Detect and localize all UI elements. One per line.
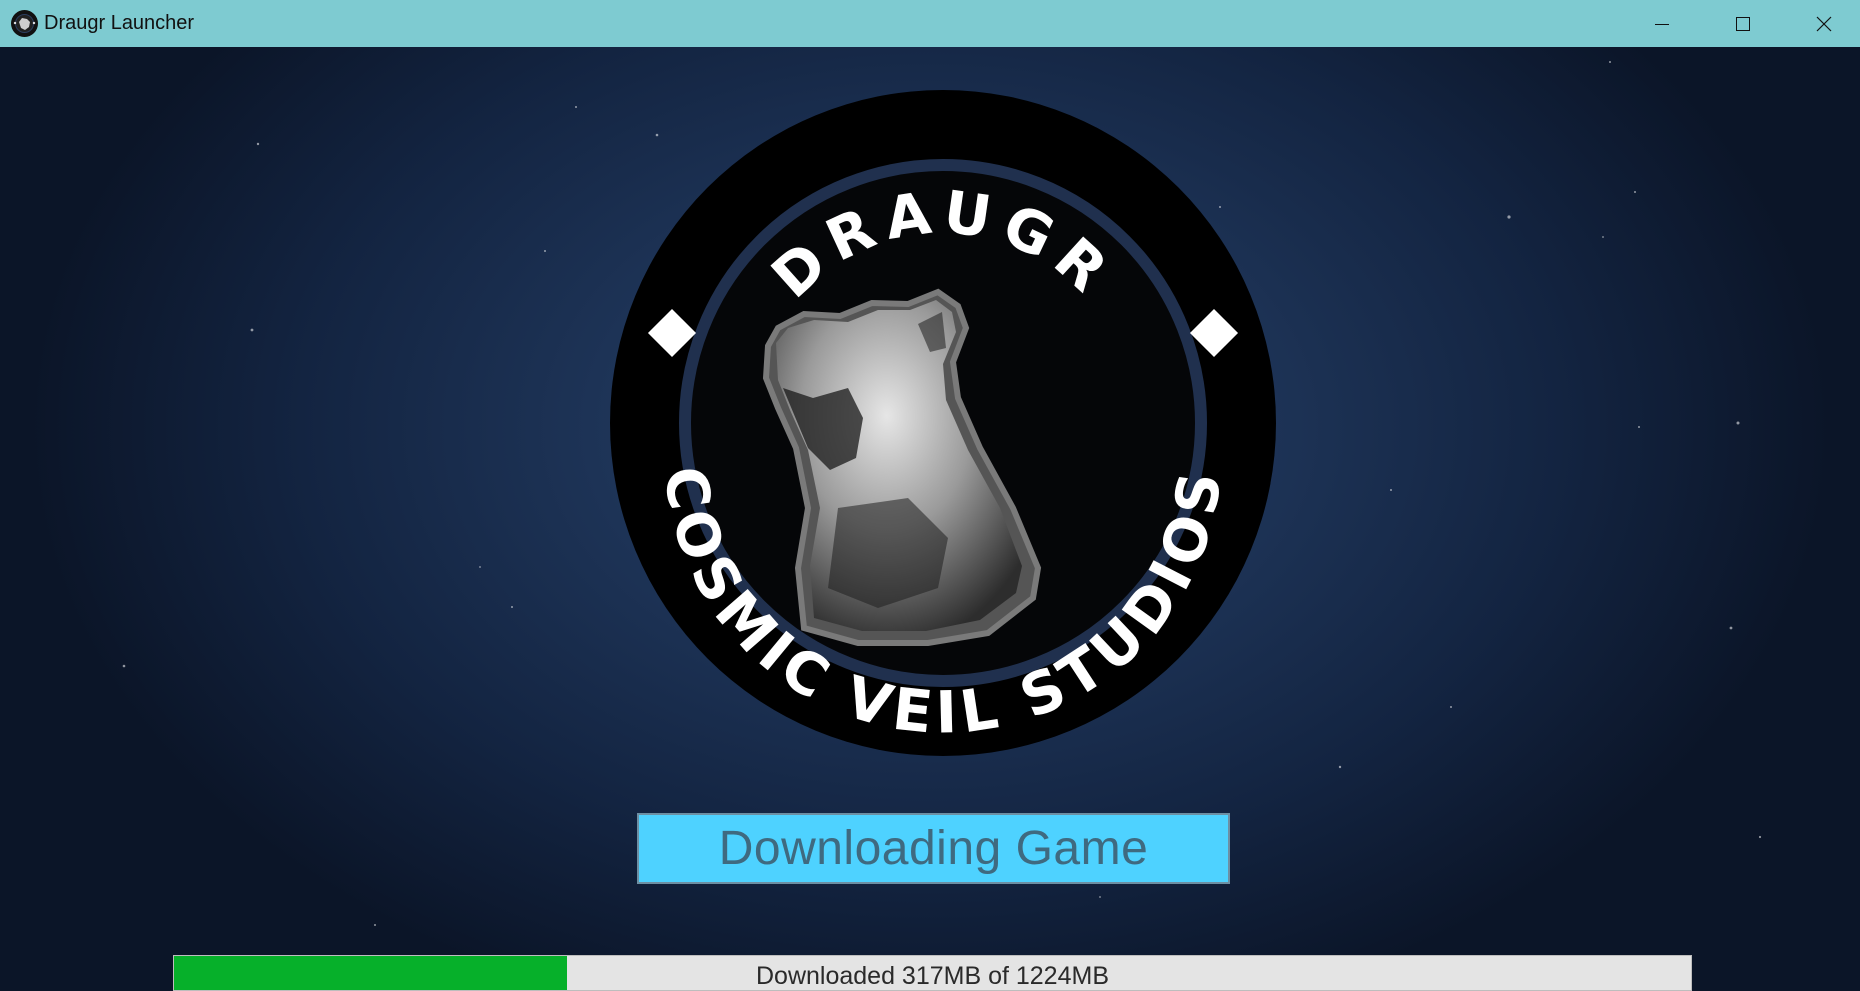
studio-logo: DRAUGR COSMIC VEIL STUDIOS bbox=[610, 90, 1276, 756]
download-progress-bar: Downloaded 317MB of 1224MB bbox=[173, 955, 1692, 991]
downloading-game-button[interactable]: Downloading Game bbox=[637, 813, 1230, 884]
close-icon bbox=[1816, 16, 1832, 31]
maximize-icon bbox=[1736, 16, 1750, 31]
maximize-button[interactable] bbox=[1703, 0, 1783, 47]
launcher-main: DRAUGR COSMIC VEIL STUDIOS Downloading G… bbox=[0, 47, 1860, 991]
minimize-button[interactable] bbox=[1622, 0, 1702, 47]
close-button[interactable] bbox=[1784, 0, 1860, 47]
minimize-icon bbox=[1655, 23, 1669, 25]
app-icon bbox=[11, 10, 38, 37]
window-title: Draugr Launcher bbox=[44, 12, 195, 34]
title-bar[interactable]: Draugr Launcher bbox=[0, 0, 1860, 47]
progress-text: Downloaded 317MB of 1224MB bbox=[755, 962, 1109, 990]
